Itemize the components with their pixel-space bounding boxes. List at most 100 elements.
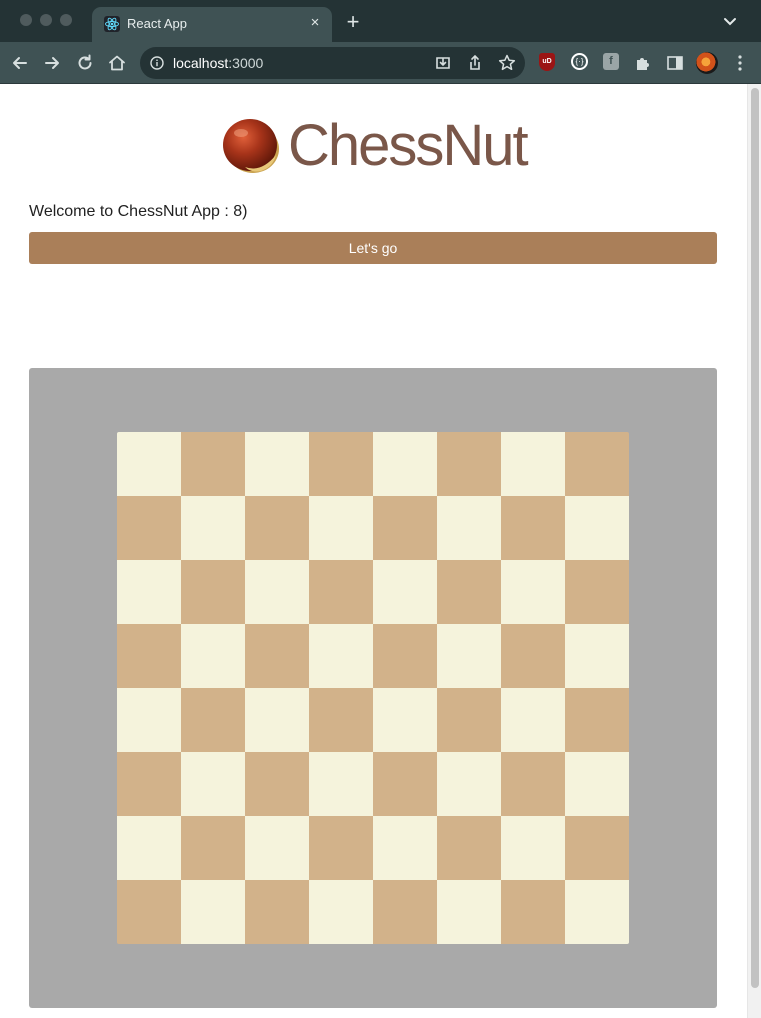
board-square-e7[interactable]	[373, 496, 437, 560]
board-square-c6[interactable]	[245, 560, 309, 624]
board-square-f4[interactable]	[437, 688, 501, 752]
window-minimize-dot[interactable]	[40, 14, 52, 26]
tab-close-icon[interactable]: ×	[308, 14, 322, 32]
board-square-f7[interactable]	[437, 496, 501, 560]
page-viewport: ChessNut Welcome to ChessNut App : 8) Le…	[0, 84, 761, 1018]
board-square-b7[interactable]	[181, 496, 245, 560]
browser-titlebar: React App × +	[0, 0, 761, 42]
board-square-h3[interactable]	[565, 752, 629, 816]
back-arrow-icon[interactable]	[9, 52, 31, 74]
url-port: :3000	[228, 55, 264, 71]
logo-text: ChessNut	[288, 113, 529, 178]
share-icon[interactable]	[464, 52, 486, 74]
board-square-e8[interactable]	[373, 432, 437, 496]
board-square-d1[interactable]	[309, 880, 373, 944]
board-square-a4[interactable]	[117, 688, 181, 752]
new-tab-button[interactable]: +	[342, 11, 364, 33]
board-square-h1[interactable]	[565, 880, 629, 944]
chevron-down-icon[interactable]	[721, 14, 739, 30]
board-square-e4[interactable]	[373, 688, 437, 752]
board-square-g2[interactable]	[501, 816, 565, 880]
url-host: localhost	[173, 55, 229, 71]
board-square-e1[interactable]	[373, 880, 437, 944]
react-icon	[104, 16, 120, 32]
board-square-g6[interactable]	[501, 560, 565, 624]
board-square-d4[interactable]	[309, 688, 373, 752]
board-square-c7[interactable]	[245, 496, 309, 560]
board-square-g1[interactable]	[501, 880, 565, 944]
board-square-e2[interactable]	[373, 816, 437, 880]
puzzle-extensions-icon[interactable]	[632, 52, 654, 74]
board-square-h2[interactable]	[565, 816, 629, 880]
board-square-f5[interactable]	[437, 624, 501, 688]
board-square-g7[interactable]	[501, 496, 565, 560]
vertical-scrollbar[interactable]	[747, 84, 761, 1018]
board-square-f3[interactable]	[437, 752, 501, 816]
board-square-d3[interactable]	[309, 752, 373, 816]
board-square-a3[interactable]	[117, 752, 181, 816]
board-square-d5[interactable]	[309, 624, 373, 688]
address-bar[interactable]: localhost:3000	[140, 47, 525, 79]
board-square-a8[interactable]	[117, 432, 181, 496]
board-square-h8[interactable]	[565, 432, 629, 496]
board-square-d8[interactable]	[309, 432, 373, 496]
ublock-extension-icon[interactable]: uD	[539, 53, 555, 71]
board-square-a6[interactable]	[117, 560, 181, 624]
board-square-c5[interactable]	[245, 624, 309, 688]
board-square-b8[interactable]	[181, 432, 245, 496]
extension-circle-icon[interactable]: {·}	[571, 53, 588, 70]
board-square-e3[interactable]	[373, 752, 437, 816]
board-square-g5[interactable]	[501, 624, 565, 688]
profile-avatar[interactable]	[696, 52, 718, 74]
bookmark-star-icon[interactable]	[496, 52, 518, 74]
board-square-f6[interactable]	[437, 560, 501, 624]
lets-go-button[interactable]: Let's go	[29, 232, 717, 264]
board-square-b2[interactable]	[181, 816, 245, 880]
board-square-c2[interactable]	[245, 816, 309, 880]
scrollbar-thumb[interactable]	[751, 88, 759, 988]
board-square-g8[interactable]	[501, 432, 565, 496]
info-icon[interactable]	[150, 56, 164, 70]
home-icon[interactable]	[106, 52, 128, 74]
window-close-dot[interactable]	[20, 14, 32, 26]
side-panel-icon[interactable]	[664, 52, 686, 74]
reload-icon[interactable]	[74, 52, 96, 74]
board-square-d6[interactable]	[309, 560, 373, 624]
more-menu-icon[interactable]	[729, 52, 751, 74]
board-square-d2[interactable]	[309, 816, 373, 880]
window-zoom-dot[interactable]	[60, 14, 72, 26]
board-square-b4[interactable]	[181, 688, 245, 752]
board-square-e6[interactable]	[373, 560, 437, 624]
install-app-icon[interactable]	[432, 52, 454, 74]
board-square-h4[interactable]	[565, 688, 629, 752]
board-square-b3[interactable]	[181, 752, 245, 816]
board-square-g3[interactable]	[501, 752, 565, 816]
forward-arrow-icon[interactable]	[41, 52, 63, 74]
board-square-a5[interactable]	[117, 624, 181, 688]
board-square-a2[interactable]	[117, 816, 181, 880]
board-square-b5[interactable]	[181, 624, 245, 688]
chestnut-icon	[223, 119, 279, 173]
board-square-e5[interactable]	[373, 624, 437, 688]
board-square-b6[interactable]	[181, 560, 245, 624]
extension-box-icon[interactable]: f	[603, 53, 619, 70]
board-square-f1[interactable]	[437, 880, 501, 944]
board-square-a7[interactable]	[117, 496, 181, 560]
chess-board[interactable]	[117, 432, 629, 944]
board-square-g4[interactable]	[501, 688, 565, 752]
board-square-c4[interactable]	[245, 688, 309, 752]
url-text: localhost:3000	[173, 55, 263, 71]
board-container	[29, 368, 717, 1008]
browser-tab[interactable]: React App ×	[92, 7, 332, 42]
board-square-a1[interactable]	[117, 880, 181, 944]
board-square-h5[interactable]	[565, 624, 629, 688]
board-square-d7[interactable]	[309, 496, 373, 560]
board-square-c1[interactable]	[245, 880, 309, 944]
board-square-b1[interactable]	[181, 880, 245, 944]
board-square-f8[interactable]	[437, 432, 501, 496]
board-square-h7[interactable]	[565, 496, 629, 560]
board-square-f2[interactable]	[437, 816, 501, 880]
board-square-c3[interactable]	[245, 752, 309, 816]
board-square-h6[interactable]	[565, 560, 629, 624]
board-square-c8[interactable]	[245, 432, 309, 496]
